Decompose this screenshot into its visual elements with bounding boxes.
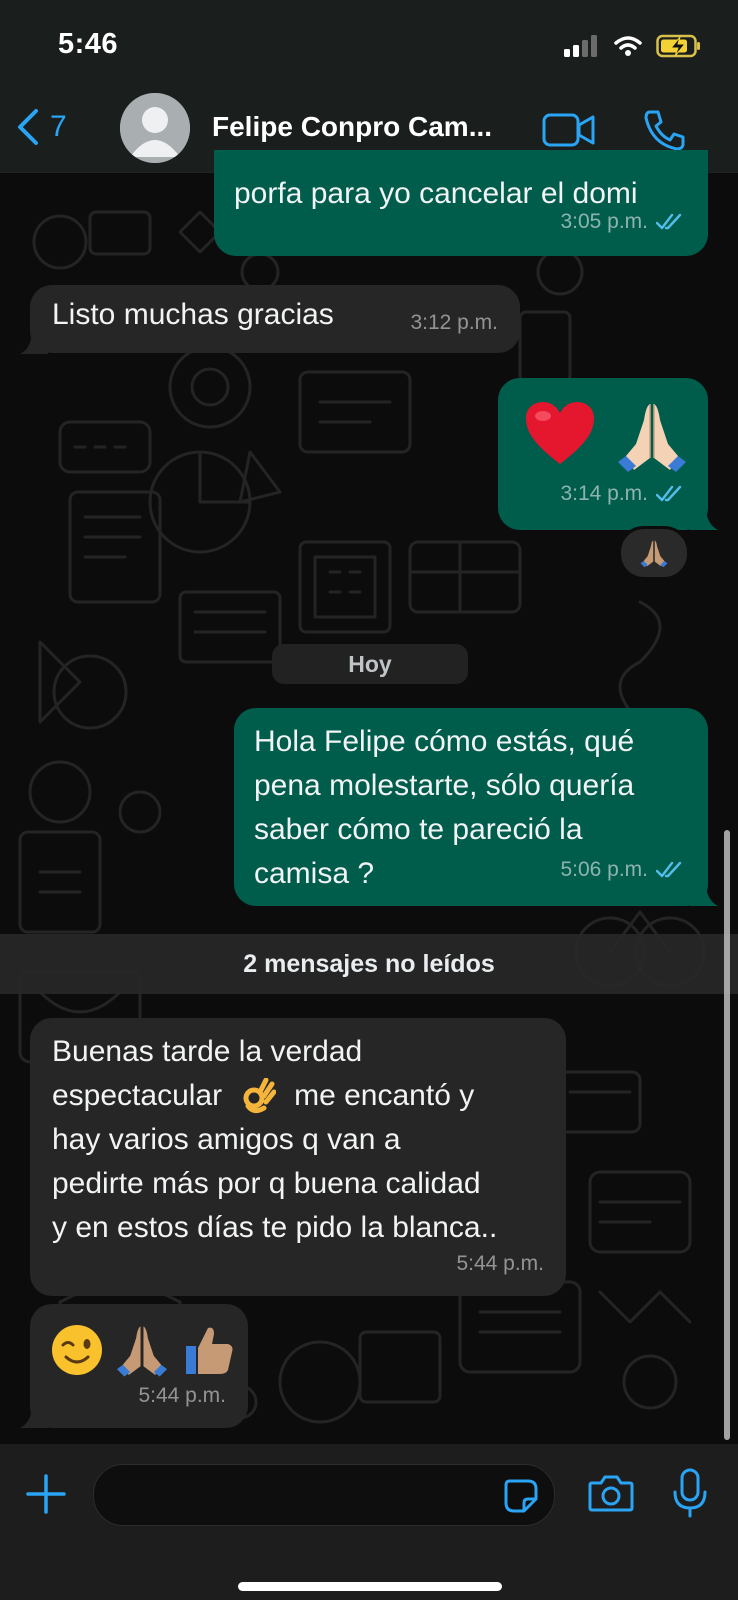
message-time: 5:44 p.m. — [456, 1252, 544, 1275]
video-call-button[interactable] — [542, 112, 596, 153]
message-line: me encantó y — [294, 1079, 475, 1112]
bubble-tail-outgoing — [690, 882, 718, 906]
date-divider: Hoy — [272, 644, 468, 684]
message-time: 5:44 p.m. — [138, 1384, 226, 1407]
message-line: espectacular — [52, 1079, 223, 1112]
message-line: y en estos días te pido la blanca.. — [52, 1211, 498, 1244]
message-outgoing-emojis[interactable]: 3:14 p.m. — [498, 378, 708, 530]
message-time: 3:12 p.m. — [410, 311, 498, 334]
message-incoming[interactable]: Listo muchas gracias 3:12 p.m. — [30, 285, 520, 353]
contact-avatar[interactable] — [120, 93, 190, 163]
emoji-row — [50, 1322, 236, 1378]
bubble-tail-outgoing — [690, 506, 718, 530]
message-reaction[interactable] — [618, 526, 690, 580]
status-icons — [564, 34, 702, 58]
sticker-button[interactable] — [504, 1479, 538, 1518]
message-outgoing[interactable]: Hola Felipe cómo estás, qué pena molesta… — [234, 708, 708, 906]
folded-hands-medium-icon — [116, 1326, 168, 1377]
message-line-with-emoji: espectacular me encantó y — [52, 1074, 497, 1118]
winking-face-icon — [52, 1325, 102, 1375]
message-meta: 3:12 p.m. — [410, 301, 498, 345]
double-check-read-icon — [656, 861, 682, 878]
folded-hands-light-icon — [618, 404, 686, 472]
message-composer — [0, 1444, 738, 1600]
camera-button[interactable] — [588, 1474, 634, 1517]
bubble-tail-incoming — [20, 1404, 48, 1428]
double-check-read-icon — [656, 485, 682, 502]
sticker-icon — [504, 1479, 538, 1513]
message-meta: 5:44 p.m. — [138, 1374, 226, 1418]
message-meta: 3:05 p.m. — [560, 200, 686, 244]
message-time: 3:05 p.m. — [560, 210, 648, 233]
message-line: pedirte más por q buena calidad — [52, 1167, 481, 1200]
message-line: hay varios amigos q van a — [52, 1123, 401, 1156]
default-avatar-icon — [120, 93, 190, 163]
status-bar: 5:46 — [0, 0, 738, 90]
message-outgoing[interactable]: porfa para yo cancelar el domi 3:05 p.m. — [214, 150, 708, 256]
attach-button[interactable] — [26, 1474, 66, 1519]
ok-hand-icon — [243, 1078, 277, 1114]
unread-messages-divider: 2 mensajes no leídos — [0, 934, 738, 994]
emoji-row — [524, 400, 690, 472]
message-time: 3:14 p.m. — [560, 482, 648, 505]
message-text: Buenas tarde la verdad espectacular me e… — [52, 1030, 497, 1250]
message-meta: 5:06 p.m. — [560, 848, 686, 892]
wifi-icon — [614, 36, 642, 56]
message-text: Listo muchas gracias — [52, 298, 334, 331]
red-heart-icon — [526, 402, 594, 464]
message-time: 5:06 p.m. — [560, 858, 648, 881]
signal-icon — [564, 35, 597, 57]
message-input[interactable] — [93, 1464, 555, 1526]
microphone-icon — [673, 1468, 707, 1518]
camera-icon — [588, 1475, 634, 1512]
message-incoming[interactable]: Buenas tarde la verdad espectacular me e… — [30, 1018, 566, 1296]
video-camera-icon — [542, 113, 595, 147]
phone-icon — [644, 110, 685, 151]
message-line: Buenas tarde la verdad — [52, 1035, 363, 1068]
message-meta: 3:14 p.m. — [560, 472, 686, 516]
home-indicator[interactable] — [238, 1582, 502, 1591]
double-check-read-icon — [656, 213, 682, 230]
message-incoming-emojis[interactable]: 5:44 p.m. — [30, 1304, 248, 1428]
message-meta: 5:44 p.m. — [456, 1242, 544, 1286]
plus-icon — [26, 1474, 66, 1514]
chevron-left-icon — [18, 109, 38, 145]
unread-chats-count: 7 — [50, 110, 67, 143]
folded-hands-medium-icon — [640, 540, 668, 568]
bubble-tail-incoming — [20, 330, 48, 354]
contact-name[interactable]: Felipe Conpro Cam... — [212, 111, 492, 143]
back-button[interactable]: 7 — [16, 108, 67, 146]
scrollbar[interactable] — [724, 830, 730, 1440]
status-time: 5:46 — [58, 28, 119, 60]
thumbs-up-medium-icon — [186, 1327, 233, 1374]
voice-note-button[interactable] — [672, 1468, 708, 1523]
battery-charging-icon — [656, 34, 700, 58]
